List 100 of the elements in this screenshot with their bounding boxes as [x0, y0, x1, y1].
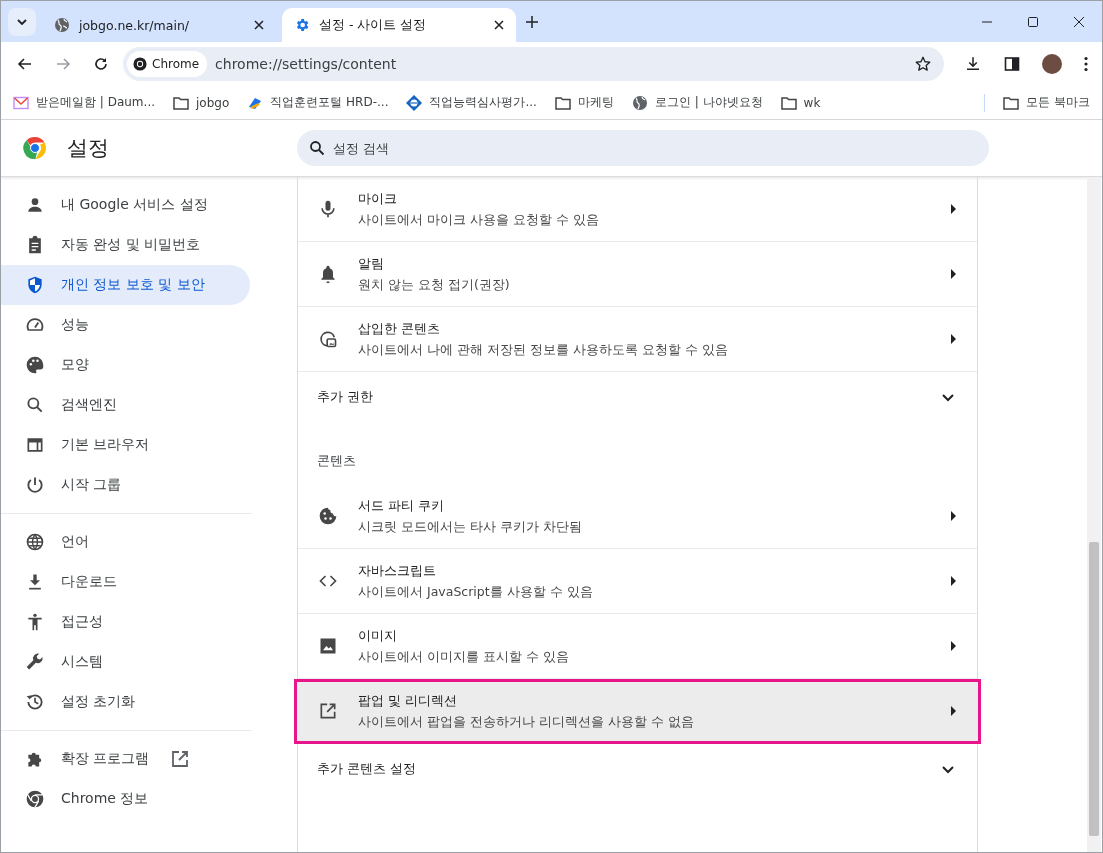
settings-row[interactable]: 마이크 사이트에서 마이크 사용을 요청할 수 있음 — [298, 177, 977, 242]
mail-icon — [13, 95, 29, 110]
arrow-right-icon — [949, 511, 957, 521]
folder-icon — [1003, 95, 1020, 110]
sidebar-item[interactable]: 언어 — [1, 522, 250, 562]
bookmark-item[interactable]: jobgo — [173, 95, 230, 110]
sidebar-item[interactable]: 접근성 — [1, 602, 250, 642]
settings-row[interactable]: 팝업 및 리디렉션 사이트에서 팝업을 전송하거나 리디렉션을 사용할 수 없음 — [294, 679, 981, 744]
row-description: 원치 않는 요청 접기(권장) — [358, 276, 511, 294]
bookmark-item[interactable]: 직업훈련포털 HRD-... — [247, 94, 389, 111]
chrome-logo-icon — [25, 789, 45, 809]
settings-row[interactable]: 자바스크립트 사이트에서 JavaScript를 사용할 수 있음 — [298, 549, 977, 614]
bookmark-label: 마케팅 — [577, 94, 614, 111]
external-link-icon — [171, 750, 190, 768]
sidebar-label: 시스템 — [61, 653, 103, 671]
expand-section-row[interactable]: 추가 권한 — [298, 372, 977, 422]
arrow-right-icon — [949, 576, 957, 586]
sidebar-item[interactable]: 개인 정보 보호 및 보안 — [1, 265, 250, 305]
tab-search-button[interactable] — [8, 8, 36, 36]
avatar[interactable] — [1042, 54, 1062, 74]
star-icon[interactable] — [914, 55, 932, 73]
sidebar-label: 개인 정보 보호 및 보안 — [61, 276, 205, 294]
arrow-right-icon — [949, 641, 957, 651]
sidebar-item[interactable]: 시작 그룹 — [1, 465, 250, 505]
settings-search-field[interactable]: 설정 검색 — [297, 130, 989, 166]
close-icon[interactable] — [254, 20, 264, 30]
sidebar-item[interactable]: 확장 프로그램 — [1, 739, 250, 779]
sidebar-item[interactable]: 내 Google 서비스 설정 — [1, 185, 250, 225]
row-description: 사이트에서 이미지를 표시할 수 있음 — [358, 648, 570, 666]
bookmark-label: 직업훈련포털 HRD-... — [270, 94, 389, 111]
embedded-content-icon — [318, 329, 338, 349]
gear-icon — [294, 17, 310, 33]
chevron-down-icon — [16, 16, 28, 28]
reload-icon[interactable] — [93, 56, 109, 72]
expand-section-row[interactable]: 추가 콘텐츠 설정 — [298, 744, 977, 794]
sidebar-item[interactable]: 성능 — [1, 305, 250, 345]
site-logo-icon — [406, 94, 423, 111]
row-description: 사이트에서 JavaScript를 사용할 수 있음 — [358, 583, 594, 601]
section-title: 추가 권한 — [317, 388, 374, 406]
settings-row[interactable]: 서드 파티 쿠키 시크릿 모드에서는 타사 쿠키가 차단됨 — [298, 484, 977, 549]
close-icon[interactable] — [1073, 16, 1085, 28]
all-bookmarks-item[interactable]: 모든 북마크 — [1003, 94, 1090, 111]
settings-row[interactable]: 삽입한 콘텐츠 사이트에서 나에 관해 저장된 정보를 사용하도록 요청할 수 있음 — [298, 307, 977, 372]
forward-arrow-icon[interactable] — [55, 56, 71, 72]
sidebar-label: 성능 — [61, 316, 89, 334]
scrollbar[interactable] — [1087, 177, 1101, 852]
folder-icon — [554, 95, 571, 110]
row-title: 자바스크립트 — [358, 561, 437, 580]
settings-row[interactable]: 알림 원치 않는 요청 접기(권장) — [298, 242, 977, 307]
bookmark-item[interactable]: 마케팅 — [554, 94, 614, 111]
bookmark-item[interactable]: 받은메일함 | Daum... — [13, 94, 155, 111]
wrench-icon — [25, 652, 45, 672]
new-tab-icon[interactable] — [526, 16, 538, 28]
maximize-icon[interactable] — [1027, 16, 1039, 28]
row-title: 팝업 및 리디렉션 — [358, 691, 459, 710]
sidebar-label: 모양 — [61, 356, 89, 374]
download-icon[interactable] — [964, 55, 982, 73]
sidebar-item[interactable]: 검색엔진 — [1, 385, 250, 425]
close-icon[interactable] — [494, 20, 504, 30]
sidebar-label: 내 Google 서비스 설정 — [61, 196, 208, 214]
sidebar-item[interactable]: 모양 — [1, 345, 250, 385]
more-menu-icon[interactable] — [1084, 56, 1088, 72]
row-title: 서드 파티 쿠키 — [358, 496, 446, 515]
history-icon — [25, 692, 45, 712]
settings-title: 설정 — [67, 135, 109, 162]
back-arrow-icon[interactable] — [17, 56, 33, 72]
section-heading: 콘텐츠 — [317, 452, 356, 470]
sidebar-item[interactable]: 자동 완성 및 비밀번호 — [1, 225, 250, 265]
bookmark-label: 직업능력심사평가... — [429, 94, 537, 111]
arrow-right-icon — [949, 706, 957, 716]
bookmark-item[interactable]: 로그인 | 나야넷요청 — [631, 94, 763, 111]
browser-window-icon — [25, 435, 45, 455]
site-chip[interactable]: Chrome — [127, 51, 208, 77]
side-panel-icon[interactable] — [1004, 56, 1020, 72]
browser-tab[interactable]: jobgo.ne.kr/main/ — [42, 8, 276, 42]
sidebar-item[interactable]: 다운로드 — [1, 562, 250, 602]
chip-label: Chrome — [152, 57, 200, 71]
sidebar-item[interactable]: 기본 브라우저 — [1, 425, 250, 465]
row-title: 이미지 — [358, 626, 398, 645]
row-title: 삽입한 콘텐츠 — [358, 319, 442, 338]
sidebar-item[interactable]: 설정 초기화 — [1, 682, 250, 722]
row-title: 알림 — [358, 254, 385, 273]
address-bar[interactable]: Chrome chrome://settings/content — [123, 47, 944, 81]
sidebar-item[interactable]: Chrome 정보 — [1, 779, 250, 819]
bookmark-item[interactable]: wk — [780, 95, 821, 110]
globe-icon — [54, 17, 70, 33]
folder-icon — [173, 95, 189, 110]
bookmark-label: 받은메일함 | Daum... — [36, 94, 155, 111]
row-description: 시크릿 모드에서는 타사 쿠키가 차단됨 — [358, 518, 583, 536]
chrome-logo-icon — [133, 57, 147, 71]
palette-icon — [25, 355, 45, 375]
globe-icon — [25, 532, 45, 552]
bookmark-item[interactable]: 직업능력심사평가... — [406, 94, 537, 111]
sidebar-label: 자동 완성 및 비밀번호 — [61, 236, 201, 254]
scrollbar-thumb[interactable] — [1089, 542, 1099, 836]
bell-icon — [318, 264, 338, 284]
browser-tab[interactable]: 설정 - 사이트 설정 — [282, 8, 516, 42]
bookmark-label: jobgo — [196, 95, 230, 110]
row-description: 사이트에서 마이크 사용을 요청할 수 있음 — [358, 211, 600, 229]
sidebar-item[interactable]: 시스템 — [1, 642, 250, 682]
